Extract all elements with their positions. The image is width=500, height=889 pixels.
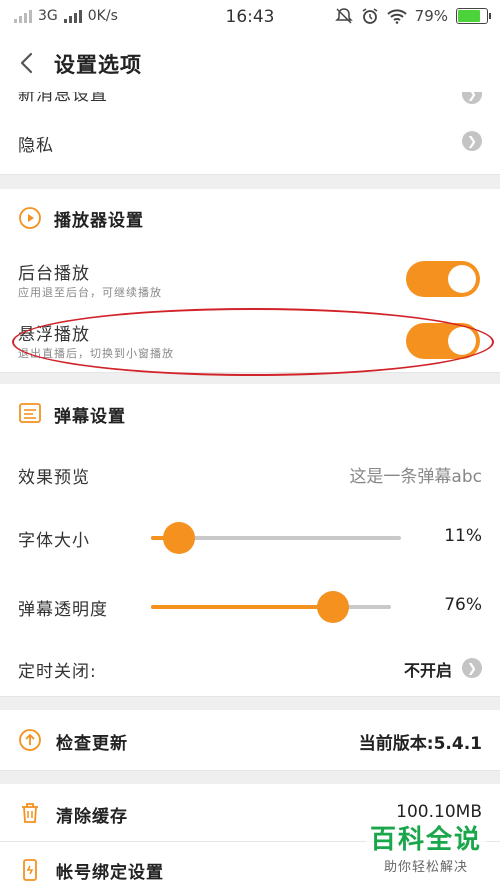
upload-arrow-icon bbox=[19, 729, 41, 751]
row-label: 帐号绑定设置 bbox=[56, 863, 164, 883]
settings-list: 新消息设置 ❯ 隐私 ❯ 播放器设置 后台播放 应用退至后台，可继续播放 悬浮播… bbox=[0, 92, 500, 889]
watermark-subtitle: 助你轻松解决 bbox=[383, 860, 468, 875]
row-effect-preview: 效果预览 这是一条弹幕abc bbox=[0, 443, 500, 503]
status-bar: 3G 0K/s 16:43 79% bbox=[0, 0, 500, 34]
version-value: 当前版本:5.4.1 bbox=[358, 734, 482, 754]
trash-icon bbox=[22, 803, 38, 823]
row-check-update[interactable]: 检查更新 当前版本:5.4.1 bbox=[0, 710, 500, 771]
row-label: 清除缓存 bbox=[56, 807, 128, 827]
row-label: 定时关闭: bbox=[18, 662, 97, 682]
chevron-right-icon: ❯ bbox=[462, 131, 482, 151]
watermark: 百科全说 助你轻松解决 bbox=[365, 817, 486, 877]
mute-bell-icon bbox=[334, 8, 353, 24]
background-play-toggle[interactable] bbox=[406, 261, 480, 297]
alarm-icon bbox=[362, 8, 378, 24]
watermark-title: 百科全说 bbox=[369, 825, 482, 855]
row-label: 检查更新 bbox=[56, 734, 128, 754]
section-divider bbox=[0, 373, 500, 384]
row-privacy[interactable]: 隐私 ❯ bbox=[0, 109, 500, 175]
row-label: 隐私 bbox=[18, 136, 54, 156]
slider-fill bbox=[151, 605, 334, 609]
play-circle-icon bbox=[19, 207, 41, 229]
row-font-size: 字体大小 11% bbox=[0, 502, 500, 572]
row-new-message[interactable]: 新消息设置 ❯ bbox=[0, 92, 500, 110]
row-float-play: 悬浮播放 退出直播后，切换到小窗播放 bbox=[0, 310, 500, 373]
row-label: 新消息设置 bbox=[18, 92, 108, 105]
back-arrow-icon[interactable] bbox=[14, 48, 40, 78]
section-divider bbox=[0, 697, 500, 710]
status-right: 79% bbox=[334, 7, 491, 25]
section-divider bbox=[0, 771, 500, 784]
row-description: 应用退至后台，可继续播放 bbox=[18, 286, 162, 299]
row-label: 弹幕透明度 bbox=[18, 600, 108, 620]
row-background-play: 后台播放 应用退至后台，可继续播放 bbox=[0, 247, 500, 311]
section-title: 播放器设置 bbox=[54, 211, 144, 231]
wifi-icon bbox=[386, 9, 407, 24]
chevron-right-icon: ❯ bbox=[462, 92, 482, 104]
battery-percent: 79% bbox=[414, 7, 448, 25]
battery-icon bbox=[456, 8, 491, 24]
row-description: 退出直播后，切换到小窗播放 bbox=[18, 347, 174, 360]
opacity-value: 76% bbox=[444, 595, 482, 615]
timer-value: 不开启 bbox=[403, 661, 452, 680]
slider-thumb[interactable] bbox=[317, 591, 350, 623]
row-timer-off[interactable]: 定时关闭: 不开启 ❯ bbox=[0, 640, 500, 697]
row-label: 效果预览 bbox=[18, 468, 90, 488]
page-title: 设置选项 bbox=[54, 53, 142, 77]
section-divider bbox=[0, 175, 500, 189]
preview-text: 这是一条弹幕abc bbox=[349, 467, 482, 487]
font-size-slider[interactable] bbox=[151, 522, 401, 554]
section-player-settings: 播放器设置 bbox=[0, 189, 500, 248]
slider-thumb[interactable] bbox=[162, 522, 195, 554]
float-play-toggle[interactable] bbox=[406, 323, 480, 359]
font-size-value: 11% bbox=[444, 526, 482, 546]
section-danmaku-settings: 弹幕设置 bbox=[0, 384, 500, 444]
chevron-right-icon: ❯ bbox=[462, 658, 482, 678]
row-label: 悬浮播放 bbox=[18, 325, 90, 345]
danmaku-icon bbox=[19, 403, 41, 423]
row-label: 字体大小 bbox=[18, 531, 90, 551]
nav-bar: 设置选项 bbox=[0, 34, 500, 92]
section-title: 弹幕设置 bbox=[54, 407, 126, 427]
phone-icon bbox=[23, 859, 37, 881]
row-label: 后台播放 bbox=[18, 264, 90, 284]
opacity-slider[interactable] bbox=[151, 591, 391, 623]
row-danmaku-opacity: 弹幕透明度 76% bbox=[0, 571, 500, 641]
